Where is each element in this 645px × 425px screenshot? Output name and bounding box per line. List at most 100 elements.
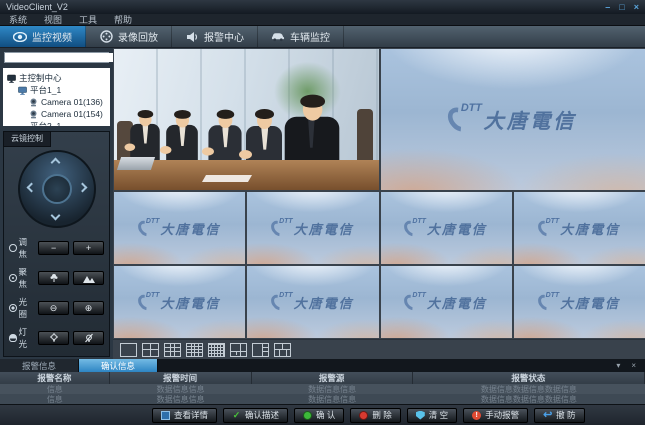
confirm-description-button[interactable]: ✓ 确认描述 xyxy=(223,408,288,423)
ptz-light-label: 灯光 xyxy=(9,326,34,350)
film-reel-icon xyxy=(99,31,113,43)
ptz-right-arrow[interactable] xyxy=(77,183,87,193)
menu-bar: 系统 视图 工具 帮助 xyxy=(0,14,645,26)
layout-1-icon[interactable] xyxy=(120,343,137,357)
manual-alarm-button[interactable]: ! 手动报警 xyxy=(463,408,528,423)
window-title: VideoClient_V2 xyxy=(6,2,68,12)
tab-alarm-center[interactable]: 报警中心 xyxy=(172,26,258,47)
device-combo[interactable]: ▾ xyxy=(4,52,109,63)
ptz-left-arrow[interactable] xyxy=(26,183,36,193)
close-button[interactable]: × xyxy=(634,3,639,12)
layout-25-icon[interactable] xyxy=(208,343,225,357)
video-tile-idle[interactable]: DTT大唐電信 xyxy=(381,266,512,338)
video-tile-idle[interactable]: DTT大唐電信 xyxy=(247,192,378,264)
close-panel-icon[interactable]: × xyxy=(631,361,636,370)
layout-1plus7-icon[interactable] xyxy=(252,343,269,357)
focus-far-button[interactable] xyxy=(73,271,104,285)
main-area: ▾ 主控制中心 平台1_1 Camera 01(136) Camera 01 xyxy=(0,48,645,359)
delete-button[interactable]: 删 除 xyxy=(350,408,400,423)
tree-item-platform1[interactable]: 平台1_1 xyxy=(7,84,108,96)
flower-icon xyxy=(49,273,59,283)
datang-watermark: DTT大唐電信 xyxy=(514,266,645,338)
tree-item-camera-154[interactable]: Camera 01(154) xyxy=(7,108,108,120)
video-tile-idle[interactable]: DTT大唐電信 xyxy=(514,266,645,338)
alarm-panel-controls: ▾ × xyxy=(616,359,645,372)
ptz-focus-row: 聚焦 xyxy=(4,266,109,290)
menu-view[interactable]: 视图 xyxy=(44,13,62,26)
tree-item-camera-136[interactable]: Camera 01(136) xyxy=(7,96,108,108)
video-tile-idle[interactable]: DTT 大唐電信 xyxy=(381,49,645,190)
video-tile-idle[interactable]: DTT大唐電信 xyxy=(514,192,645,264)
window-controls: – □ × xyxy=(605,3,639,12)
view-details-button[interactable]: 查看详情 xyxy=(152,408,217,423)
alarm-table-row[interactable]: 信息 数据信息信息 数据信息信息 数据信息数据信息数据信息 xyxy=(0,394,645,404)
tree-item-label: 平台2_1 xyxy=(30,120,61,126)
layout-4-icon[interactable] xyxy=(142,343,159,357)
light-off-button[interactable] xyxy=(73,331,104,345)
video-grid: DTT 大唐電信 DTT大唐電信 DTT大唐電信 DTT大唐電信 DTT大唐電信… xyxy=(113,48,645,339)
light-on-button[interactable] xyxy=(38,331,69,345)
collapse-panel-icon[interactable]: ▾ xyxy=(616,361,620,370)
layout-9-icon[interactable] xyxy=(164,343,181,357)
speaker-icon xyxy=(185,31,199,43)
tree-item-label: 平台1_1 xyxy=(30,84,61,96)
alarm-table-header: 报警名称 报警时间 报警源 报警状态 xyxy=(0,372,645,384)
ptz-center-button[interactable] xyxy=(42,174,72,204)
tab-live-video[interactable]: 监控视频 xyxy=(0,26,86,47)
alarm-panel: 报警信息 确认信息 ▾ × 报警名称 报警时间 报警源 报警状态 信息 数据信息… xyxy=(0,359,645,404)
video-tile-idle[interactable]: DTT大唐電信 xyxy=(247,266,378,338)
ptz-zoom-row: 调焦 − + xyxy=(4,236,109,260)
cell-alarm-time: 数据信息信息 xyxy=(110,384,252,394)
ptz-iris-label: 光圈 xyxy=(9,296,34,320)
cell-alarm-name: 信息 xyxy=(0,394,110,404)
video-tile-idle[interactable]: DTT大唐電信 xyxy=(381,192,512,264)
tab-playback-label: 录像回放 xyxy=(118,29,158,44)
zoom-in-button[interactable]: + xyxy=(73,241,104,255)
minimize-button[interactable]: – xyxy=(605,3,610,12)
tree-item-platform2[interactable]: 平台2_1 xyxy=(7,120,108,126)
video-tile-live[interactable] xyxy=(114,49,379,190)
tab-playback[interactable]: 录像回放 xyxy=(86,26,172,47)
menu-system[interactable]: 系统 xyxy=(9,13,27,26)
confirm-button[interactable]: 确 认 xyxy=(294,408,344,423)
ptz-up-arrow[interactable] xyxy=(50,158,60,168)
disarm-button[interactable]: ↩ 撤 防 xyxy=(534,408,584,423)
layout-10-icon[interactable] xyxy=(274,343,291,357)
undo-arrow-icon: ↩ xyxy=(543,411,552,420)
menu-tools[interactable]: 工具 xyxy=(79,13,97,26)
menu-help[interactable]: 帮助 xyxy=(114,13,132,26)
video-tile-idle[interactable]: DTT大唐電信 xyxy=(114,266,245,338)
cell-alarm-status: 数据信息数据信息数据信息 xyxy=(413,384,645,394)
light-off-icon xyxy=(84,333,94,343)
zoom-out-button[interactable]: − xyxy=(38,241,69,255)
layout-1plus5-icon[interactable] xyxy=(230,343,247,357)
col-alarm-source: 报警源 xyxy=(252,372,413,384)
ptz-down-arrow[interactable] xyxy=(50,211,60,221)
check-icon: ✓ xyxy=(232,411,241,420)
tab-live-video-label: 监控视频 xyxy=(32,29,72,44)
tree-item-control-center[interactable]: 主控制中心 xyxy=(7,72,108,84)
tab-confirm-info[interactable]: 确认信息 xyxy=(79,359,158,372)
iris-open-button[interactable]: ⊕ xyxy=(73,301,104,315)
iris-close-button[interactable]: ⊖ xyxy=(38,301,69,315)
focus-near-button[interactable] xyxy=(38,271,69,285)
tree-item-label: Camera 01(154) xyxy=(41,109,103,119)
cell-alarm-status: 数据信息数据信息数据信息 xyxy=(413,394,645,404)
clear-button[interactable]: 清 空 xyxy=(407,408,457,423)
alarm-table-row[interactable]: 信息 数据信息信息 数据信息信息 数据信息数据信息数据信息 xyxy=(0,384,645,394)
device-combo-input[interactable] xyxy=(5,53,119,62)
video-tile-idle[interactable]: DTT大唐電信 xyxy=(114,192,245,264)
maximize-button[interactable]: □ xyxy=(619,3,624,12)
col-alarm-name: 报警名称 xyxy=(0,372,110,384)
datang-watermark: DTT大唐電信 xyxy=(114,192,245,264)
tab-vehicle-monitor[interactable]: 车辆监控 xyxy=(258,26,344,47)
tab-alarm-info[interactable]: 报警信息 xyxy=(0,359,79,372)
alarm-tab-bar: 报警信息 确认信息 ▾ × xyxy=(0,359,645,372)
layout-16-icon[interactable] xyxy=(186,343,203,357)
mountain-icon xyxy=(83,274,95,283)
datang-watermark: DTT大唐電信 xyxy=(247,266,378,338)
ptz-dpad xyxy=(18,150,96,228)
tree-item-label: 主控制中心 xyxy=(19,72,62,84)
action-bar: 查看详情 ✓ 确认描述 确 认 删 除 清 空 ! 手动报警 ↩ 撤 防 xyxy=(0,404,645,425)
datang-watermark: DTT大唐電信 xyxy=(514,192,645,264)
